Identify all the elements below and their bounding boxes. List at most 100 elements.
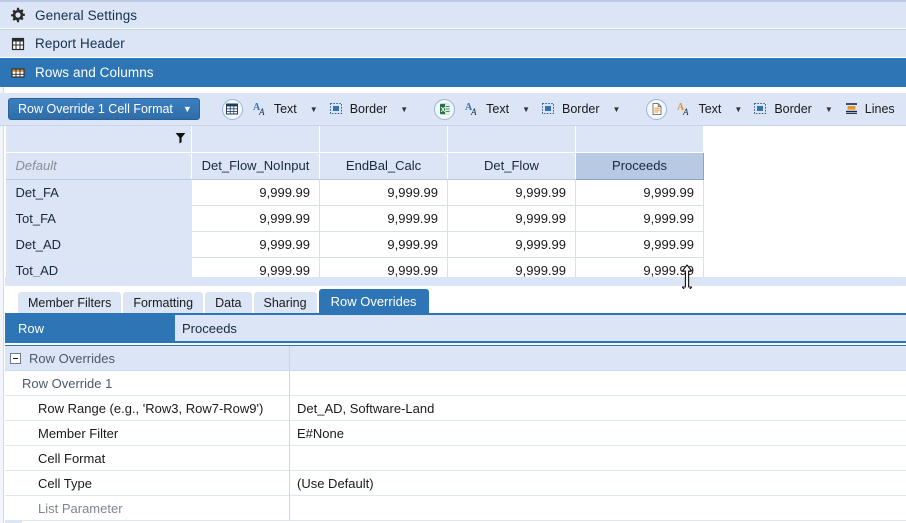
excel-text-format-button[interactable]: A A Text [462,99,512,119]
table-row[interactable]: Det_FA 9,999.99 9,999.99 9,999.99 9,999.… [6,179,906,205]
rows-columns-grid[interactable]: Default Det_Flow_NoInput EndBal_Calc Det… [5,126,906,277]
grid-filter-row [6,126,906,152]
tab-label: Sharing [264,296,307,310]
tab-label: Row Overrides [331,294,417,309]
grid-cell-blank [704,257,906,277]
grid-cell[interactable]: 9,999.99 [320,257,448,277]
chevron-down-icon[interactable]: ▼ [613,105,621,114]
column-header-proceeds[interactable]: Proceeds [576,152,704,179]
property-name: Row Override 1 [5,371,290,396]
grid-cell[interactable]: 9,999.99 [576,231,704,257]
grid-cell[interactable]: 9,999.99 [448,205,576,231]
grid-cell[interactable]: 9,999.99 [576,205,704,231]
property-value[interactable] [290,496,906,521]
section-report-header[interactable]: Report Header [0,29,906,58]
section-general-settings[interactable]: General Settings [0,0,906,29]
property-name: List Parameter [5,496,290,521]
toolbar-group-grid: A A Text ▼ Border ▼ [222,99,416,120]
chevron-down-icon[interactable]: ▼ [310,105,318,114]
table-row[interactable]: Tot_AD 9,999.99 9,999.99 9,999.99 9,999.… [6,257,906,277]
grid-row-header-label: Default [6,152,192,179]
property-category-row-overrides[interactable]: Row Overrides [5,346,906,371]
grid-cell[interactable]: 9,999.99 [576,257,704,277]
property-value[interactable]: (Use Default) [290,471,906,496]
property-row-range[interactable]: Row Range (e.g., 'Row3, Row7-Row9') Det_… [5,396,906,421]
grid-filter-cell[interactable] [576,126,704,152]
grid-format-icon[interactable] [222,99,243,120]
text-format-icon: A A [677,101,693,117]
grid-filter-cell[interactable] [192,126,320,152]
column-header-det-flow[interactable]: Det_Flow [448,152,576,179]
table-row[interactable]: Tot_FA 9,999.99 9,999.99 9,999.99 9,999.… [6,205,906,231]
chevron-down-icon[interactable]: ▼ [522,105,530,114]
grid-cell[interactable]: 9,999.99 [576,179,704,205]
grid-horizontal-scrollbar[interactable] [5,277,906,286]
svg-text:A: A [470,107,477,117]
grid-filter-cell[interactable] [6,126,192,152]
property-list-parameter[interactable]: List Parameter [5,496,906,521]
document-border-format-button[interactable]: Border [750,99,815,119]
document-lines-button[interactable]: Lines [841,99,898,119]
filter-funnel-icon[interactable] [175,132,186,147]
grid-cell[interactable]: 9,999.99 [320,179,448,205]
cell-format-scope-dropdown[interactable]: Row Override 1 Cell Format ▼ [8,98,200,120]
grid-cell[interactable]: 9,999.99 [192,205,320,231]
toolbar-item-label: Text [486,102,509,116]
document-icon[interactable] [646,99,667,120]
property-member-filter[interactable]: Member Filter E#None [5,421,906,446]
toolbar-group-document: A A Text ▼ Border ▼ [646,99,906,120]
chevron-down-icon[interactable]: ▼ [825,105,833,114]
property-name: Row Overrides [5,346,290,371]
detail-tabs: Member Filters Formatting Data Sharing R… [5,289,906,313]
property-value [290,371,906,396]
grid-cell[interactable]: 9,999.99 [448,231,576,257]
property-name: Member Filter [5,421,290,446]
section-rows-and-columns[interactable]: Rows and Columns [0,58,906,87]
grid-filter-cell[interactable] [448,126,576,152]
column-header-endbal-calc[interactable]: EndBal_Calc [320,152,448,179]
grid-cell[interactable]: 9,999.99 [320,231,448,257]
grid-cell[interactable]: 9,999.99 [320,205,448,231]
row-header-det-ad[interactable]: Det_AD [6,231,192,257]
collapse-icon[interactable] [10,353,21,364]
row-header-tot-ad[interactable]: Tot_AD [6,257,192,277]
property-cell-type[interactable]: Cell Type (Use Default) [5,471,906,496]
property-name: Cell Type [5,471,290,496]
svg-text:A: A [682,107,689,117]
property-value[interactable] [290,446,906,471]
row-header-tot-fa[interactable]: Tot_FA [6,205,192,231]
chevron-down-icon[interactable]: ▼ [734,105,742,114]
format-toolbar: Row Override 1 Cell Format ▼ A [0,93,906,126]
grid-cell[interactable]: 9,999.99 [192,257,320,277]
column-header-det-flow-noinput[interactable]: Det_Flow_NoInput [192,152,320,179]
table-row[interactable]: Det_AD 9,999.99 9,999.99 9,999.99 9,999.… [6,231,906,257]
property-value[interactable]: E#None [290,421,906,446]
chevron-down-icon[interactable]: ▼ [400,105,408,114]
property-value[interactable]: Det_AD, Software-Land [290,396,906,421]
excel-border-format-button[interactable]: Border [538,99,603,119]
grid-cell[interactable]: 9,999.99 [192,179,320,205]
tab-data[interactable]: Data [205,292,251,313]
tab-sharing[interactable]: Sharing [254,292,317,313]
tab-row-overrides[interactable]: Row Overrides [319,289,429,313]
grid-border-format-button[interactable]: Border [326,99,391,119]
row-header-det-fa[interactable]: Det_FA [6,179,192,205]
property-name: Cell Format [5,446,290,471]
grid-cell[interactable]: 9,999.99 [192,231,320,257]
grid-text-format-button[interactable]: A A Text [250,99,300,119]
row-overrides-property-grid[interactable]: Row Overrides Row Override 1 Row Range (… [5,345,906,523]
row-band-value-field[interactable]: Proceeds [175,315,906,341]
toolbar-item-label: Text [698,102,721,116]
document-text-format-button[interactable]: A A Text [674,99,724,119]
grid-cell[interactable]: 9,999.99 [448,179,576,205]
property-subheader-row-override-1[interactable]: Row Override 1 [5,371,906,396]
grid-cell[interactable]: 9,999.99 [448,257,576,277]
section-accordion: General Settings Report Header [0,0,906,87]
tab-member-filters[interactable]: Member Filters [18,292,121,313]
excel-icon[interactable]: X [434,99,455,120]
tab-formatting[interactable]: Formatting [123,292,203,313]
property-cell-format[interactable]: Cell Format [5,446,906,471]
grid-header-blank [704,152,906,179]
grid-filter-cell[interactable] [320,126,448,152]
rows-columns-icon [10,65,26,81]
